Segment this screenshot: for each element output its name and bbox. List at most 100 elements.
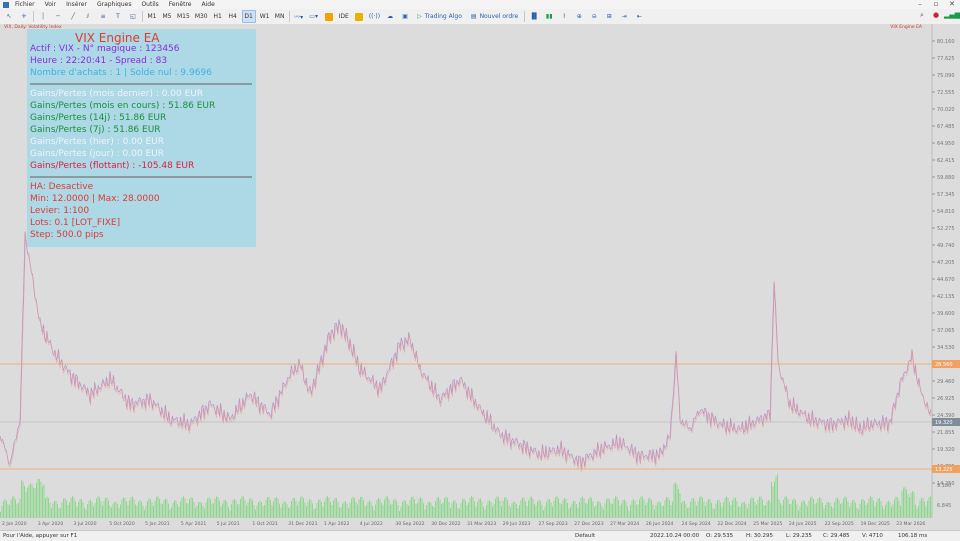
menu-outils[interactable]: Outils [141,1,158,8]
volume-bar [685,504,687,518]
shapes-icon[interactable]: ◱ [127,11,139,22]
zoom-out-icon[interactable]: ⊖ [588,11,600,22]
chart-shift-icon[interactable]: ⇤ [633,11,645,22]
menu-graphiques[interactable]: Graphiques [97,1,132,8]
volume-bar [577,507,579,518]
volume-bar [528,500,529,518]
volume-bar [597,501,598,518]
volume-bar [838,499,840,518]
timeframe-m5[interactable]: M5 [161,11,173,22]
vertical-line-icon[interactable]: │ [37,11,49,22]
volume-bar [718,499,720,518]
volume-bar [117,503,118,518]
grid-icon[interactable]: ⊞ [603,11,615,22]
zoom-in-icon[interactable]: ⊕ [573,11,585,22]
cloud-icon[interactable]: ☁ [384,11,396,22]
signal-icon[interactable]: ((·)) [368,11,381,22]
text-tool-icon[interactable]: T [112,11,124,22]
volume-bar [760,496,762,518]
price-tick-label: 59.880 [937,175,955,181]
ide-button[interactable]: IDE [338,11,350,22]
volume-bar [756,504,757,518]
menu-aide[interactable]: Aide [201,1,214,8]
volume-bar [925,506,927,518]
minimize-icon[interactable]: – [912,0,928,8]
volume-tick: 6.845 [937,503,951,509]
menu-inserer[interactable]: Insérer [66,1,87,8]
line-chart-icon[interactable]: ⌇ [558,11,570,22]
volume-bar [106,497,108,518]
volume-bar [714,509,715,518]
volume-bar [537,501,538,518]
bar-chart-icon[interactable]: ▐▌ [528,11,540,22]
close-icon[interactable]: ✕ [944,0,960,8]
volume-bar [573,500,574,518]
trendline-icon[interactable]: ╱ [67,11,79,22]
timeframe-m15[interactable]: M15 [176,11,191,22]
candle-chart-icon[interactable]: ▮▮ [543,11,555,22]
timeframe-m30[interactable]: M30 [194,11,209,22]
channel-icon[interactable]: ⫽ [82,11,94,22]
horizontal-line-icon[interactable]: ─ [52,11,64,22]
volume-bar [328,497,330,518]
search-icon[interactable]: ⌕ [916,11,928,22]
volume-bar [294,498,295,518]
timeframe-mn[interactable]: MN [274,11,286,22]
volume-bar [396,500,397,518]
fibonacci-icon[interactable]: ≡ [97,11,109,22]
volume-bar [181,497,183,518]
chart-type-icon[interactable]: 〰▾ [293,11,305,22]
volume-bar [558,498,559,518]
volume-bar [879,498,880,518]
timeframe-d1[interactable]: D1 [241,10,256,23]
volume-bar [634,500,636,518]
menu-fichier[interactable]: Fichier [15,1,35,8]
volume-bar [789,504,790,518]
volume-bar [262,506,264,518]
cursor-icon[interactable]: ↖ [3,11,15,22]
volume-bar [321,502,322,518]
vps-icon[interactable]: ▣ [399,11,411,22]
volume-bar [502,500,504,518]
volume-bar [64,498,66,518]
volume-bar [529,497,531,518]
volume-bar [781,505,783,518]
timeframe-m1[interactable]: M1 [146,11,158,22]
timeframe-w1[interactable]: W1 [259,11,271,22]
profile-name[interactable]: Default [575,533,595,539]
volume-bar [75,501,76,518]
volume-bar [909,497,910,518]
signal-strength-icon[interactable]: ▂▄▆ [944,11,960,22]
volume-bar [531,496,532,518]
volume-bar [127,505,129,518]
volume-bar [763,505,765,518]
menu-voir[interactable]: Voir [45,1,56,8]
volume-bar [165,498,166,518]
timeframe-h4[interactable]: H4 [227,11,239,22]
volume-bar [862,498,864,518]
trading-algo-button[interactable]: ▷ Trading Algo [414,11,465,22]
volume-bar [771,482,772,518]
menu-fenetre[interactable]: Fenêtre [169,1,192,8]
new-order-button[interactable]: ▤ Nouvel ordre [468,11,521,22]
indicators-icon[interactable] [323,11,335,22]
restore-icon[interactable]: ▫ [928,0,944,8]
volume-bar [205,502,207,518]
volume-bar [414,499,415,518]
timeframe-h1[interactable]: H1 [212,11,224,22]
volume-bar [456,503,457,518]
volume-bar [99,497,100,518]
volume-bar [399,511,400,518]
template-icon[interactable]: ▭▾ [308,11,320,22]
volume-bar [493,503,495,518]
volume-bar [375,504,376,518]
volume-bar [21,479,22,518]
volume-bar [148,498,150,518]
alert-icon[interactable]: ● [930,11,942,22]
lock-icon[interactable] [353,11,365,22]
crosshair-icon[interactable]: ✛ [18,11,30,22]
autoscroll-icon[interactable]: ⇥ [618,11,630,22]
volume-bar [744,501,745,518]
volume-bar [892,504,894,518]
volume-bar [747,508,748,518]
